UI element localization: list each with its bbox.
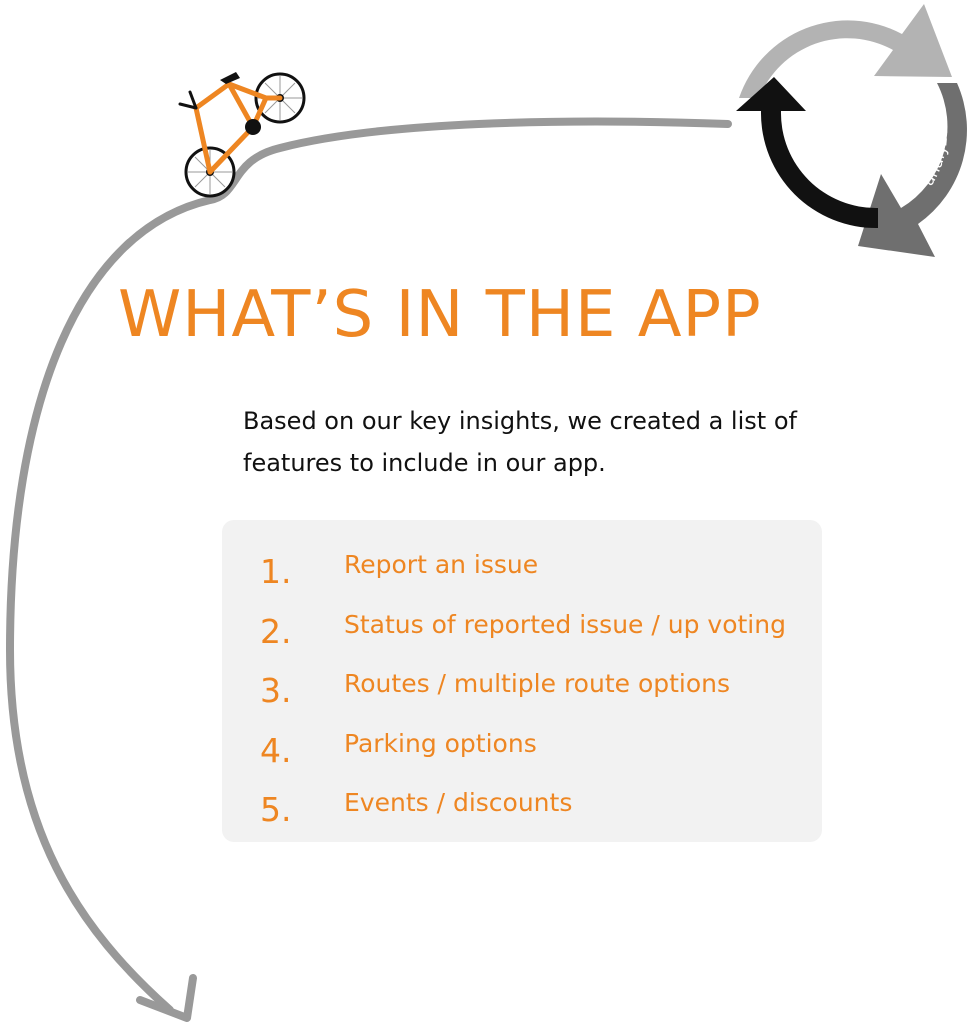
- feature-item: 3. Routes / multiple route options: [222, 669, 822, 729]
- process-illustration: research analyze insights: [5, 0, 967, 1022]
- feature-number: 5.: [260, 790, 292, 829]
- analyze-arrow: [858, 83, 967, 257]
- feature-item: 2. Status of reported issue / up voting: [222, 610, 822, 670]
- feature-number: 2.: [260, 611, 292, 651]
- feature-list-panel: 1. Report an issue 2. Status of reported…: [222, 520, 822, 842]
- feature-list: 1. Report an issue 2. Status of reported…: [222, 520, 822, 848]
- page-title: WHAT’S IN THE APP: [118, 278, 762, 352]
- process-cycle: research analyze insights: [736, 0, 967, 257]
- feature-number: 1.: [260, 552, 292, 591]
- feature-label: Report an issue: [344, 550, 539, 579]
- feature-item: 1. Report an issue: [222, 550, 822, 610]
- feature-item: 5. Events / discounts: [222, 788, 822, 848]
- intro-text: Based on our key insights, we created a …: [243, 407, 797, 477]
- feature-item: 4. Parking options: [222, 729, 822, 789]
- bicycle-icon: [178, 72, 306, 198]
- feature-label: Events / discounts: [344, 788, 573, 817]
- feature-label: Parking options: [344, 728, 537, 758]
- feature-number: 3.: [260, 671, 292, 710]
- feature-number: 4.: [260, 730, 292, 770]
- feature-label: Routes / multiple route options: [344, 669, 731, 698]
- feature-label: Status of reported issue / up voting: [344, 609, 786, 639]
